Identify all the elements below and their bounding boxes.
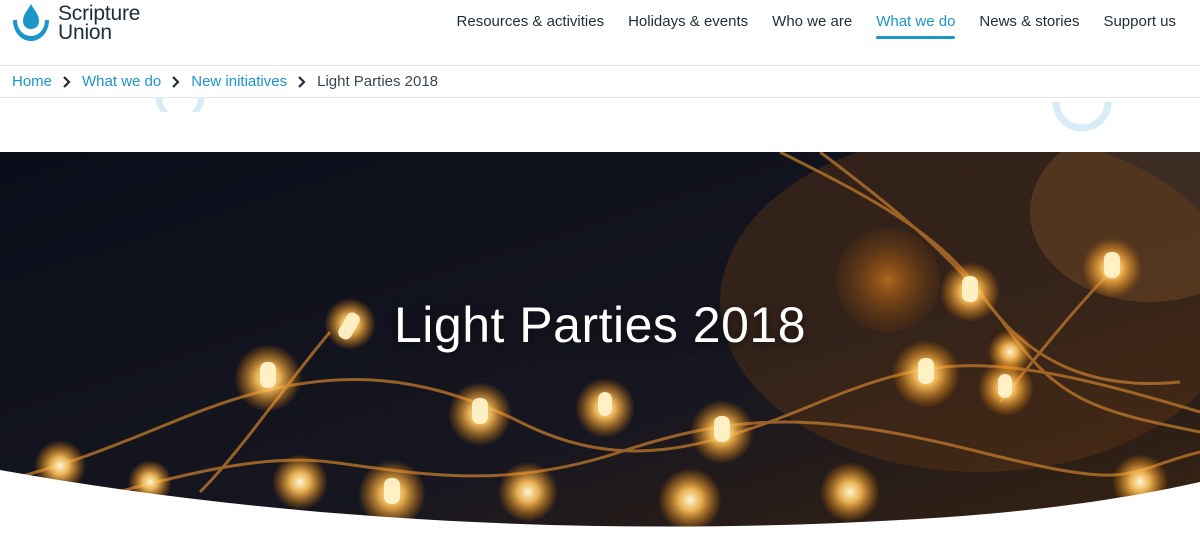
nav-support-us[interactable]: Support us xyxy=(1103,5,1176,38)
hero-title: Light Parties 2018 xyxy=(393,297,807,353)
breadcrumb-current: Light Parties 2018 xyxy=(317,73,439,90)
breadcrumb-new-initiatives[interactable]: New initiatives xyxy=(191,73,287,90)
site-logo[interactable]: Scripture Union xyxy=(10,2,140,44)
nav-news-stories[interactable]: News & stories xyxy=(979,5,1079,38)
chevron-right-icon xyxy=(161,75,191,88)
chevron-right-icon xyxy=(52,75,82,88)
scripture-union-logo-icon xyxy=(10,2,52,44)
decorative-arc-icon xyxy=(1052,101,1112,132)
breadcrumb: Home What we do New initiatives Light Pa… xyxy=(0,66,1200,98)
decorative-arc-icon xyxy=(156,98,204,112)
nav-resources-activities[interactable]: Resources & activities xyxy=(457,5,605,38)
breadcrumb-home[interactable]: Home xyxy=(12,73,52,90)
logo-line-2: Union xyxy=(58,21,112,44)
breadcrumb-what-we-do[interactable]: What we do xyxy=(82,73,161,90)
nav-what-we-do[interactable]: What we do xyxy=(876,5,956,39)
site-header: Scripture Union Resources & activities H… xyxy=(0,0,1200,66)
main-nav: Resources & activities Holidays & events… xyxy=(433,0,1176,42)
chevron-right-icon xyxy=(287,75,317,88)
hero-banner: Light Parties 2018 xyxy=(0,152,1200,536)
nav-who-we-are[interactable]: Who we are xyxy=(772,5,852,38)
logo-wordmark: Scripture Union xyxy=(58,3,140,44)
nav-holidays-events[interactable]: Holidays & events xyxy=(628,5,748,38)
